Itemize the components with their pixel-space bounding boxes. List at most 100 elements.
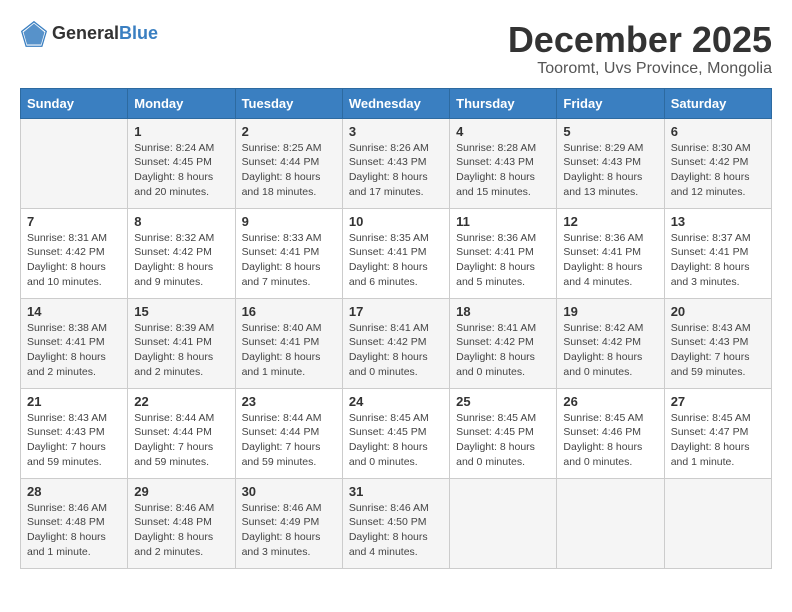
day-number: 1 xyxy=(134,124,228,139)
calendar-cell-w4-d0: 28 Sunrise: 8:46 AMSunset: 4:48 PMDayligh… xyxy=(21,478,128,568)
day-number: 25 xyxy=(456,394,550,409)
header-sunday: Sunday xyxy=(21,88,128,118)
calendar-cell-w2-d4: 18 Sunrise: 8:41 AMSunset: 4:42 PMDayligh… xyxy=(450,298,557,388)
day-number: 18 xyxy=(456,304,550,319)
day-number: 30 xyxy=(242,484,336,499)
day-number: 8 xyxy=(134,214,228,229)
day-info: Sunrise: 8:46 AMSunset: 4:48 PMDaylight:… xyxy=(27,501,121,560)
day-info: Sunrise: 8:28 AMSunset: 4:43 PMDaylight:… xyxy=(456,141,550,200)
day-info: Sunrise: 8:36 AMSunset: 4:41 PMDaylight:… xyxy=(456,231,550,290)
logo-blue: Blue xyxy=(119,24,158,44)
day-number: 9 xyxy=(242,214,336,229)
day-info: Sunrise: 8:41 AMSunset: 4:42 PMDaylight:… xyxy=(349,321,443,380)
day-number: 2 xyxy=(242,124,336,139)
day-number: 21 xyxy=(27,394,121,409)
day-number: 31 xyxy=(349,484,443,499)
day-info: Sunrise: 8:39 AMSunset: 4:41 PMDaylight:… xyxy=(134,321,228,380)
header-friday: Friday xyxy=(557,88,664,118)
day-number: 28 xyxy=(27,484,121,499)
calendar-cell-w4-d6 xyxy=(664,478,771,568)
header-wednesday: Wednesday xyxy=(342,88,449,118)
calendar-cell-w0-d1: 1 Sunrise: 8:24 AMSunset: 4:45 PMDaylight… xyxy=(128,118,235,208)
day-number: 20 xyxy=(671,304,765,319)
calendar-week-4: 28 Sunrise: 8:46 AMSunset: 4:48 PMDayligh… xyxy=(21,478,772,568)
calendar-cell-w1-d4: 11 Sunrise: 8:36 AMSunset: 4:41 PMDayligh… xyxy=(450,208,557,298)
day-number: 4 xyxy=(456,124,550,139)
day-number: 24 xyxy=(349,394,443,409)
calendar-cell-w3-d2: 23 Sunrise: 8:44 AMSunset: 4:44 PMDayligh… xyxy=(235,388,342,478)
day-number: 10 xyxy=(349,214,443,229)
day-number: 3 xyxy=(349,124,443,139)
day-number: 27 xyxy=(671,394,765,409)
day-number: 26 xyxy=(563,394,657,409)
calendar-cell-w2-d3: 17 Sunrise: 8:41 AMSunset: 4:42 PMDayligh… xyxy=(342,298,449,388)
day-number: 15 xyxy=(134,304,228,319)
day-number: 29 xyxy=(134,484,228,499)
day-info: Sunrise: 8:46 AMSunset: 4:48 PMDaylight:… xyxy=(134,501,228,560)
calendar-cell-w0-d0 xyxy=(21,118,128,208)
logo-text-block: General Blue xyxy=(52,24,158,44)
header: General Blue December 2025 Tooromt, Uvs … xyxy=(20,20,772,78)
day-info: Sunrise: 8:40 AMSunset: 4:41 PMDaylight:… xyxy=(242,321,336,380)
logo: General Blue xyxy=(20,20,158,48)
header-thursday: Thursday xyxy=(450,88,557,118)
day-number: 5 xyxy=(563,124,657,139)
calendar-cell-w2-d0: 14Sunrise: 8:38 AMSunset: 4:41 PMDayligh… xyxy=(21,298,128,388)
day-info: Sunrise: 8:43 AMSunset: 4:43 PMDaylight:… xyxy=(671,321,765,380)
calendar-cell-w1-d3: 10Sunrise: 8:35 AMSunset: 4:41 PMDayligh… xyxy=(342,208,449,298)
calendar-cell-w0-d4: 4 Sunrise: 8:28 AMSunset: 4:43 PMDaylight… xyxy=(450,118,557,208)
calendar-cell-w3-d1: 22 Sunrise: 8:44 AMSunset: 4:44 PMDayligh… xyxy=(128,388,235,478)
logo-general: General xyxy=(52,24,119,44)
calendar-cell-w2-d2: 16 Sunrise: 8:40 AMSunset: 4:41 PMDayligh… xyxy=(235,298,342,388)
day-info: Sunrise: 8:46 AMSunset: 4:49 PMDaylight:… xyxy=(242,501,336,560)
calendar-cell-w1-d2: 9 Sunrise: 8:33 AMSunset: 4:41 PMDaylight… xyxy=(235,208,342,298)
day-info: Sunrise: 8:45 AMSunset: 4:46 PMDaylight:… xyxy=(563,411,657,470)
calendar-cell-w4-d5 xyxy=(557,478,664,568)
day-info: Sunrise: 8:41 AMSunset: 4:42 PMDaylight:… xyxy=(456,321,550,380)
day-info: Sunrise: 8:45 AMSunset: 4:45 PMDaylight:… xyxy=(456,411,550,470)
calendar-cell-w0-d5: 5Sunrise: 8:29 AMSunset: 4:43 PMDaylight… xyxy=(557,118,664,208)
calendar-cell-w3-d6: 27Sunrise: 8:45 AMSunset: 4:47 PMDayligh… xyxy=(664,388,771,478)
day-number: 6 xyxy=(671,124,765,139)
day-info: Sunrise: 8:33 AMSunset: 4:41 PMDaylight:… xyxy=(242,231,336,290)
day-info: Sunrise: 8:26 AMSunset: 4:43 PMDaylight:… xyxy=(349,141,443,200)
day-info: Sunrise: 8:37 AMSunset: 4:41 PMDaylight:… xyxy=(671,231,765,290)
day-info: Sunrise: 8:32 AMSunset: 4:42 PMDaylight:… xyxy=(134,231,228,290)
calendar-cell-w1-d1: 8 Sunrise: 8:32 AMSunset: 4:42 PMDaylight… xyxy=(128,208,235,298)
day-info: Sunrise: 8:36 AMSunset: 4:41 PMDaylight:… xyxy=(563,231,657,290)
calendar-cell-w0-d3: 3 Sunrise: 8:26 AMSunset: 4:43 PMDaylight… xyxy=(342,118,449,208)
header-monday: Monday xyxy=(128,88,235,118)
day-info: Sunrise: 8:30 AMSunset: 4:42 PMDaylight:… xyxy=(671,141,765,200)
calendar-cell-w2-d5: 19Sunrise: 8:42 AMSunset: 4:42 PMDayligh… xyxy=(557,298,664,388)
calendar-cell-w1-d0: 7Sunrise: 8:31 AMSunset: 4:42 PMDaylight… xyxy=(21,208,128,298)
calendar-cell-w4-d3: 31 Sunrise: 8:46 AMSunset: 4:50 PMDayligh… xyxy=(342,478,449,568)
calendar-cell-w2-d1: 15 Sunrise: 8:39 AMSunset: 4:41 PMDayligh… xyxy=(128,298,235,388)
calendar-cell-w0-d6: 6 Sunrise: 8:30 AMSunset: 4:42 PMDaylight… xyxy=(664,118,771,208)
location-title: Tooromt, Uvs Province, Mongolia xyxy=(508,60,772,78)
day-info: Sunrise: 8:42 AMSunset: 4:42 PMDaylight:… xyxy=(563,321,657,380)
day-info: Sunrise: 8:46 AMSunset: 4:50 PMDaylight:… xyxy=(349,501,443,560)
calendar-week-0: 1 Sunrise: 8:24 AMSunset: 4:45 PMDaylight… xyxy=(21,118,772,208)
day-info: Sunrise: 8:31 AMSunset: 4:42 PMDaylight:… xyxy=(27,231,121,290)
day-info: Sunrise: 8:24 AMSunset: 4:45 PMDaylight:… xyxy=(134,141,228,200)
day-number: 17 xyxy=(349,304,443,319)
day-number: 16 xyxy=(242,304,336,319)
title-block: December 2025 Tooromt, Uvs Province, Mon… xyxy=(508,20,772,78)
calendar-cell-w3-d4: 25 Sunrise: 8:45 AMSunset: 4:45 PMDayligh… xyxy=(450,388,557,478)
day-number: 11 xyxy=(456,214,550,229)
calendar-cell-w1-d5: 12Sunrise: 8:36 AMSunset: 4:41 PMDayligh… xyxy=(557,208,664,298)
calendar-week-3: 21 Sunrise: 8:43 AMSunset: 4:43 PMDayligh… xyxy=(21,388,772,478)
day-info: Sunrise: 8:45 AMSunset: 4:45 PMDaylight:… xyxy=(349,411,443,470)
day-number: 14 xyxy=(27,304,121,319)
day-info: Sunrise: 8:44 AMSunset: 4:44 PMDaylight:… xyxy=(134,411,228,470)
day-info: Sunrise: 8:43 AMSunset: 4:43 PMDaylight:… xyxy=(27,411,121,470)
day-number: 23 xyxy=(242,394,336,409)
logo-icon xyxy=(20,20,48,48)
day-number: 13 xyxy=(671,214,765,229)
calendar-cell-w3-d5: 26 Sunrise: 8:45 AMSunset: 4:46 PMDayligh… xyxy=(557,388,664,478)
header-tuesday: Tuesday xyxy=(235,88,342,118)
calendar-week-2: 14Sunrise: 8:38 AMSunset: 4:41 PMDayligh… xyxy=(21,298,772,388)
calendar-cell-w3-d0: 21 Sunrise: 8:43 AMSunset: 4:43 PMDayligh… xyxy=(21,388,128,478)
day-number: 22 xyxy=(134,394,228,409)
day-info: Sunrise: 8:44 AMSunset: 4:44 PMDaylight:… xyxy=(242,411,336,470)
